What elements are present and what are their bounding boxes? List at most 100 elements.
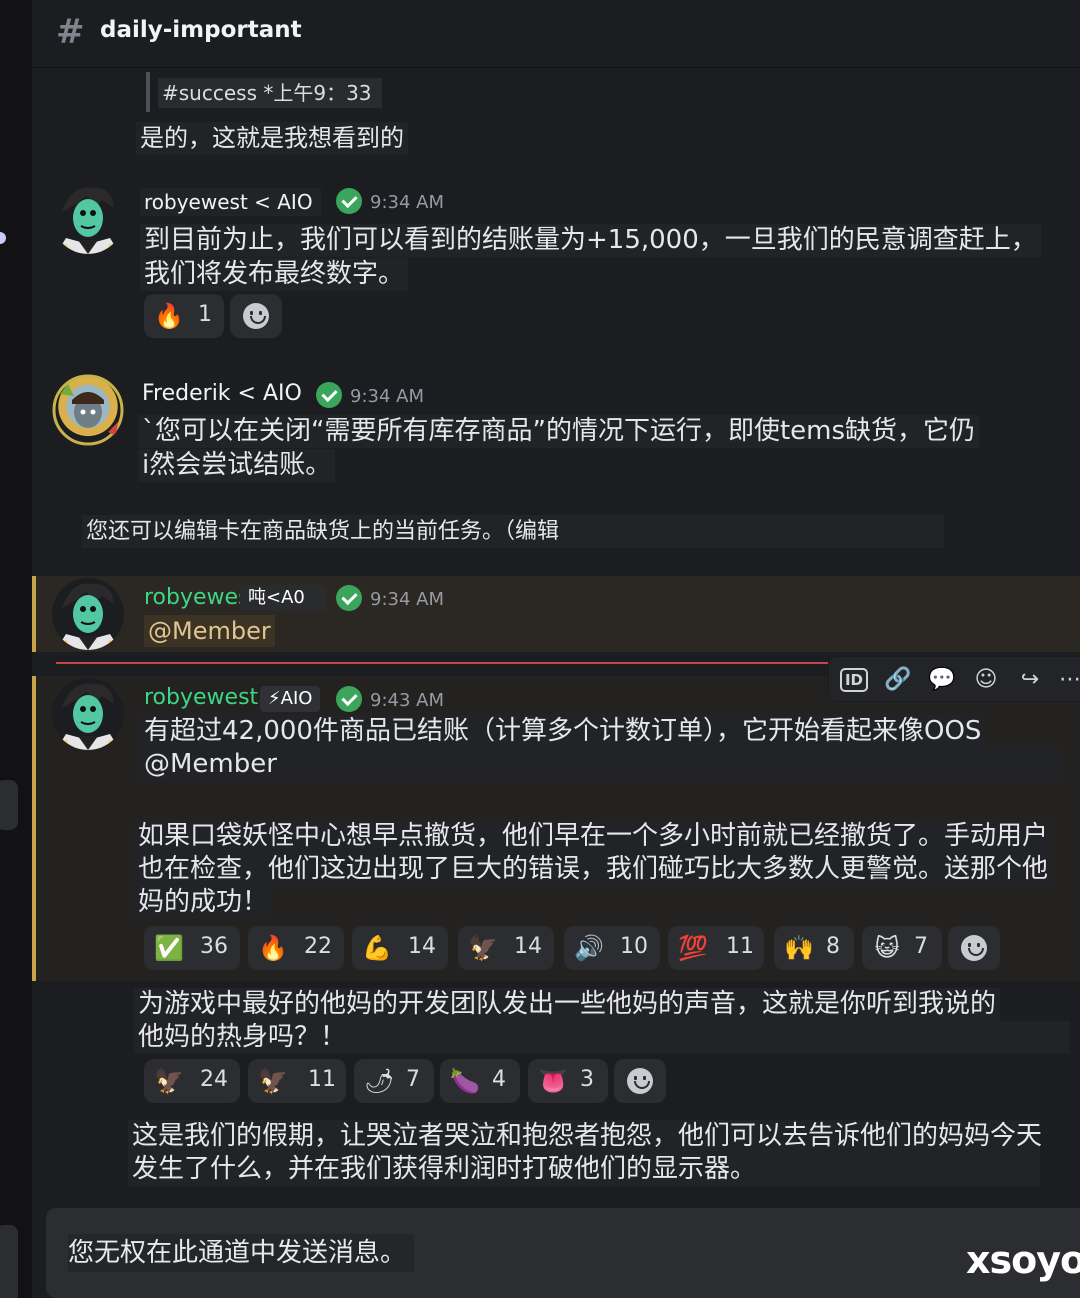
reaction-chip[interactable]: 🌶 7: [354, 1059, 434, 1103]
bird-icon: 🦅: [154, 1067, 184, 1095]
reaction-chip[interactable]: 😺 7: [862, 926, 942, 970]
timestamp: 9:34 AM: [370, 589, 444, 610]
add-reaction-button[interactable]: [230, 294, 282, 338]
reaction-count: 10: [620, 934, 648, 959]
message-text: `您可以在关闭“需要所有库存商品”的情况下运行，即使tems缺货，它仍: [138, 415, 980, 448]
reply-bar: [146, 72, 150, 112]
message-toolbar: ID 🔗 💬 ☺ ↪ ⋯: [828, 656, 1080, 702]
add-reaction-button[interactable]: [614, 1059, 666, 1103]
bird-icon: 🦅: [468, 934, 498, 962]
timestamp: 9:34 AM: [370, 192, 444, 213]
reaction-chip[interactable]: 🦅 11: [248, 1059, 346, 1103]
fire-icon: 🔥: [154, 302, 184, 330]
reaction-count: 3: [580, 1067, 594, 1092]
raised-hands-icon: 🙌: [784, 934, 814, 962]
add-reaction-icon: [627, 1068, 653, 1094]
verified-icon: [316, 382, 342, 408]
reaction-count: 22: [304, 934, 332, 959]
fire-icon: 🔥: [258, 934, 288, 962]
reaction-chip[interactable]: 🦅 14: [458, 926, 554, 970]
link-icon[interactable]: 🔗: [883, 665, 913, 695]
reaction-count: 1: [198, 302, 212, 327]
forward-icon[interactable]: ↪: [1015, 665, 1045, 695]
chat-pane: # daily-important #success *上午9：33 是的，这就…: [32, 0, 1080, 1298]
reaction-count: 11: [726, 934, 754, 959]
author-name[interactable]: Frederik < AIO: [138, 380, 310, 408]
avatar[interactable]: [52, 374, 124, 446]
bird-icon: 🦅: [258, 1067, 288, 1095]
speaker-icon: 🔊: [574, 934, 604, 962]
avatar[interactable]: [52, 678, 124, 750]
channel-name: daily-important: [100, 17, 302, 43]
check-icon: ✅: [154, 934, 184, 962]
reaction-count: 8: [826, 934, 840, 959]
add-reaction-icon[interactable]: ☺: [971, 665, 1001, 695]
message-text: 到目前为止，我们可以看到的结账量为+15,000，一旦我们的民意调查赶上，: [140, 224, 1041, 257]
watermark: xsoyo: [966, 1238, 1080, 1282]
reply-snippet[interactable]: #success *上午9：33: [158, 78, 382, 108]
channel-header: # daily-important: [32, 0, 1080, 68]
timestamp: 9:34 AM: [350, 386, 424, 407]
unread-indicator: [0, 232, 6, 244]
id-label: ID: [839, 668, 869, 692]
avatar[interactable]: [52, 182, 124, 254]
reaction-chip[interactable]: 🔥 1: [144, 294, 224, 338]
message-text: 妈的成功！: [134, 886, 273, 919]
timestamp: 9:43 AM: [370, 690, 444, 711]
message-text: 有超过42,000件商品已结账（计算多个计数订单），它开始看起来像OOS: [140, 715, 986, 748]
reaction-count: 7: [914, 934, 928, 959]
reaction-count: 14: [514, 934, 542, 959]
server-icon[interactable]: [0, 780, 18, 830]
member-mention[interactable]: @Member: [140, 748, 1060, 781]
tongue-icon: 👅: [538, 1067, 568, 1095]
add-reaction-icon: [243, 303, 269, 329]
cat-face-icon: 😺: [874, 934, 900, 962]
reaction-chip[interactable]: 💪 14: [352, 926, 448, 970]
author-name[interactable]: robyewest: [140, 684, 266, 712]
reaction-chip[interactable]: ✅ 36: [144, 926, 240, 970]
chili-pepper-icon: 🌶: [364, 1067, 395, 1095]
server-rail: [0, 0, 32, 1298]
thread-icon[interactable]: 💬: [927, 665, 957, 695]
reaction-chip[interactable]: 🔊 10: [564, 926, 660, 970]
reaction-chip[interactable]: 🔥 22: [248, 926, 344, 970]
reaction-chip[interactable]: 💯 11: [668, 926, 764, 970]
aio-tag: ⚡AIO: [260, 686, 321, 712]
message-text: 这是我们的假期，让哭泣者哭泣和抱怨者抱怨，他们可以去告诉他们的妈妈今天: [128, 1120, 1042, 1153]
reaction-chip[interactable]: 🙌 8: [774, 926, 854, 970]
message-text: 我们将发布最终数字。: [140, 258, 409, 291]
reaction-chip[interactable]: 🦅 24: [144, 1059, 240, 1103]
reaction-count: 7: [406, 1067, 420, 1092]
verified-icon: [336, 585, 362, 611]
composer-placeholder: 您无权在此通道中发送消息。: [68, 1234, 415, 1272]
message-text: 您还可以编辑卡在商品缺货上的当前任务。（编辑: [82, 515, 944, 548]
member-mention[interactable]: @Member: [144, 615, 275, 647]
message-composer[interactable]: 您无权在此通道中发送消息。: [46, 1208, 1080, 1298]
server-icon[interactable]: [0, 1225, 18, 1298]
message-text: 他妈的热身吗？！: [134, 1021, 1070, 1054]
avatar[interactable]: [52, 578, 124, 650]
verified-icon: [336, 188, 362, 214]
message-text: 是的，这就是我想看到的: [136, 122, 408, 155]
author-name[interactable]: robyewest < AIO: [140, 188, 321, 216]
author-suffix: 吨<A0: [240, 585, 326, 611]
message-text: 为游戏中最好的他妈的开发团队发出一些他妈的声音，这就是你听到我说的: [134, 988, 1001, 1021]
reaction-chip[interactable]: 🍆 4: [440, 1059, 520, 1103]
flexed-biceps-icon: 💪: [362, 934, 392, 962]
reaction-chip[interactable]: 👅 3: [528, 1059, 608, 1103]
eggplant-icon: 🍆: [450, 1067, 480, 1095]
reaction-count: 14: [408, 934, 436, 959]
new-messages-divider: [56, 662, 836, 664]
message-text: i然会尝试结账。: [138, 449, 336, 482]
hundred-points-icon: 💯: [678, 934, 708, 962]
add-reaction-icon: [961, 935, 987, 961]
message-text: 如果口袋妖怪中心想早点撤货，他们早在一个多小时前就已经撤货了。手动用户: [134, 820, 1053, 853]
mention-bar: [32, 576, 36, 652]
id-icon[interactable]: ID: [839, 665, 869, 695]
more-icon[interactable]: ⋯: [1055, 665, 1080, 695]
add-reaction-button[interactable]: [948, 926, 1000, 970]
reaction-count: 11: [308, 1067, 336, 1092]
reaction-count: 4: [492, 1067, 506, 1092]
mention-bar: [32, 676, 36, 981]
reaction-count: 36: [200, 934, 228, 959]
